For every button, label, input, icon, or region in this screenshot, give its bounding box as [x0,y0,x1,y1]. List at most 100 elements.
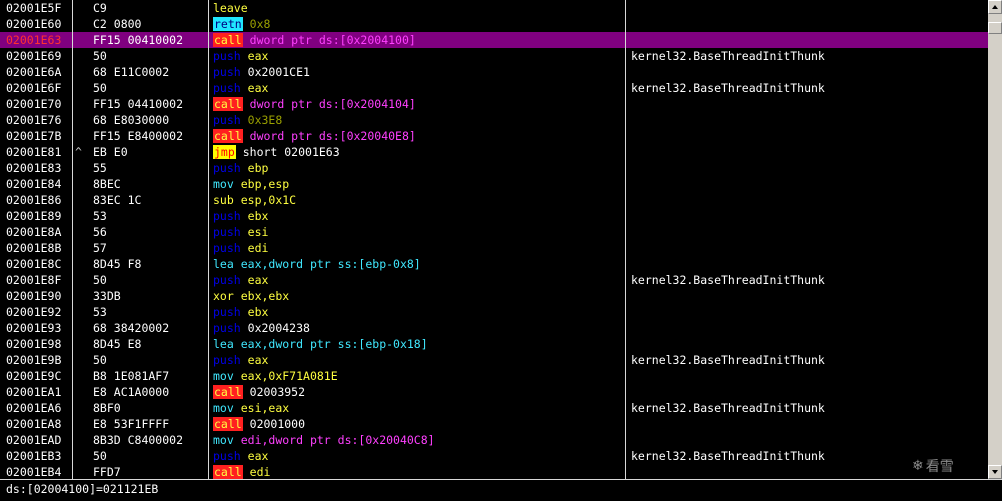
row-operand: short 02001E63 [242,145,340,159]
row-hex-bytes: E8 AC1A0000 [93,385,170,399]
row-mnemonic: push [213,49,241,63]
disasm-row[interactable]: 02001E90 33DB xor ebx,ebx [0,288,988,304]
column-divider-address[interactable] [72,0,73,479]
row-address: 02001EAD [6,433,62,447]
row-hex-bytes: 50 [93,49,107,63]
row-operand: eax [247,49,269,63]
row-mnemonic: call [213,129,243,143]
row-hex-bytes: C9 [93,1,107,15]
row-mnemonic: mov [213,369,234,383]
disasm-row[interactable]: 02001EA1 E8 AC1A0000 call 02003952 [0,384,988,400]
row-operand: edi [249,465,271,479]
row-comment: kernel32.BaseThreadInitThunk [631,49,825,63]
row-instruction: call 02001000 [213,416,305,432]
row-mnemonic: push [213,449,241,463]
disasm-row[interactable]: 02001EA8 E8 53F1FFFF call 02001000 [0,416,988,432]
disasm-row[interactable]: 02001E93 68 38420002 push 0x2004238 [0,320,988,336]
disasm-row[interactable]: 02001E81 ^ EB E0 jmp short 02001E63 [0,144,988,160]
row-hex-bytes: 68 38420002 [93,321,170,335]
row-operand: 0x3E8 [247,113,283,127]
disasm-row[interactable]: 02001E5F C9 leave [0,0,988,16]
disasm-row[interactable]: 02001E86 83EC 1C sub esp,0x1C [0,192,988,208]
row-operand: eax [247,81,269,95]
row-hex-bytes: 83EC 1C [93,193,142,207]
row-operand: eax [247,449,269,463]
disasm-row[interactable]: 02001EB3 50 push eax kernel32.BaseThreadIni… [0,448,988,464]
row-mnemonic: push [213,161,241,175]
jump-marker: ^ [75,145,82,159]
disasm-row[interactable]: 02001EA6 8BF0 mov esi,eax kernel32.BaseThre… [0,400,988,416]
row-operand: edi [247,241,269,255]
disasm-row[interactable]: 02001E6A 68 E11C0002 push 0x2001CE1 [0,64,988,80]
scroll-thumb[interactable] [988,22,1002,34]
row-hex-bytes: 57 [93,241,107,255]
row-comment: kernel32.BaseThreadInitThunk [631,353,825,367]
disasm-row[interactable]: 02001E60 C2 0800 retn 0x8 [0,16,988,32]
disasm-row[interactable]: 02001E9C B8 1E081AF7 mov eax,0xF71A081E [0,368,988,384]
disasm-row[interactable]: 02001E69 50 push eax kernel32.BaseThreadIni… [0,48,988,64]
disasm-row[interactable]: 02001E76 68 E8030000 push 0x3E8 [0,112,988,128]
disasm-row[interactable]: 02001E8A 56 push esi [0,224,988,240]
disasm-row[interactable]: 02001E98 8D45 E8 lea eax,dword ptr ss:[ebp… [0,336,988,352]
disasm-row[interactable]: 02001E89 53 push ebx [0,208,988,224]
row-instruction: push 0x3E8 [213,112,282,128]
scroll-down-button[interactable] [988,465,1002,479]
row-operand: 0x8 [249,17,271,31]
snowflake-icon: ❄ [912,458,924,474]
row-address: 02001E92 [6,305,62,319]
column-divider-hex[interactable] [208,0,209,479]
row-instruction: mov esi,eax [213,400,289,416]
disasm-row[interactable]: 02001EAD 8B3D C8400002 mov edi,dword ptr d… [0,432,988,448]
row-mnemonic: push [213,241,241,255]
row-hex-bytes: 50 [93,353,107,367]
row-address: 02001E8C [6,257,62,271]
row-hex-bytes: B8 1E081AF7 [93,369,170,383]
vertical-scrollbar[interactable] [988,0,1002,479]
row-instruction: push eax [213,272,268,288]
row-instruction: sub esp,0x1C [213,192,296,208]
disasm-row[interactable]: 02001E92 53 push ebx [0,304,988,320]
row-operand: dword ptr ds:[0x2004104] [249,97,416,111]
disasm-row[interactable]: 02001E63 FF15 00410002 call dword ptr ds:[… [0,32,988,48]
row-address: 02001E8A [6,225,62,239]
row-instruction: push eax [213,80,268,96]
row-mnemonic: call [213,417,243,431]
disassembly-pane[interactable]: 02001E5F C9 leave 02001E60 C2 0800 retn 0x8 0… [0,0,988,479]
disasm-row[interactable]: 02001EB4 FFD7 call edi [0,464,988,479]
disasm-row[interactable]: 02001E6F 50 push eax kernel32.BaseThreadIni… [0,80,988,96]
row-instruction: leave [213,0,255,16]
row-hex-bytes: 56 [93,225,107,239]
row-instruction: push 0x2004238 [213,320,310,336]
scroll-up-button[interactable] [988,0,1002,14]
row-hex-bytes: 53 [93,305,107,319]
row-mnemonic: mov [213,401,234,415]
row-hex-bytes: 55 [93,161,107,175]
row-mnemonic: push [213,113,241,127]
disasm-row[interactable]: 02001E7B FF15 E8400002 call dword ptr ds:[… [0,128,988,144]
row-mnemonic: push [213,209,241,223]
disasm-row[interactable]: 02001E8B 57 push edi [0,240,988,256]
row-hex-bytes: EB E0 [93,145,128,159]
disasm-row[interactable]: 02001E70 FF15 04410002 call dword ptr ds:[… [0,96,988,112]
disasm-row[interactable]: 02001E83 55 push ebp [0,160,988,176]
row-operand: eax,dword ptr ss:[ebp-0x18] [240,337,428,351]
disasm-row[interactable]: 02001E8F 50 push eax kernel32.BaseThreadIni… [0,272,988,288]
row-mnemonic: push [213,65,241,79]
column-divider-disassembly[interactable] [625,0,626,479]
row-operand: eax [247,353,269,367]
row-instruction: lea eax,dword ptr ss:[ebp-0x18] [213,336,428,352]
row-instruction: push esi [213,224,268,240]
row-operand: ebp,esp [240,177,290,191]
row-mnemonic: push [213,353,241,367]
disasm-row[interactable]: 02001E84 8BEC mov ebp,esp [0,176,988,192]
row-instruction: call dword ptr ds:[0x20040E8] [213,128,416,144]
row-instruction: push ebp [213,160,268,176]
row-hex-bytes: 8BF0 [93,401,121,415]
row-hex-bytes: 50 [93,81,107,95]
disasm-row[interactable]: 02001E9B 50 push eax kernel32.BaseThreadIni… [0,352,988,368]
row-mnemonic: call [213,33,243,47]
disasm-row[interactable]: 02001E8C 8D45 F8 lea eax,dword ptr ss:[ebp… [0,256,988,272]
row-comment: kernel32.BaseThreadInitThunk [631,401,825,415]
watermark-text: 看雪 [925,459,954,475]
row-address: 02001EA8 [6,417,62,431]
